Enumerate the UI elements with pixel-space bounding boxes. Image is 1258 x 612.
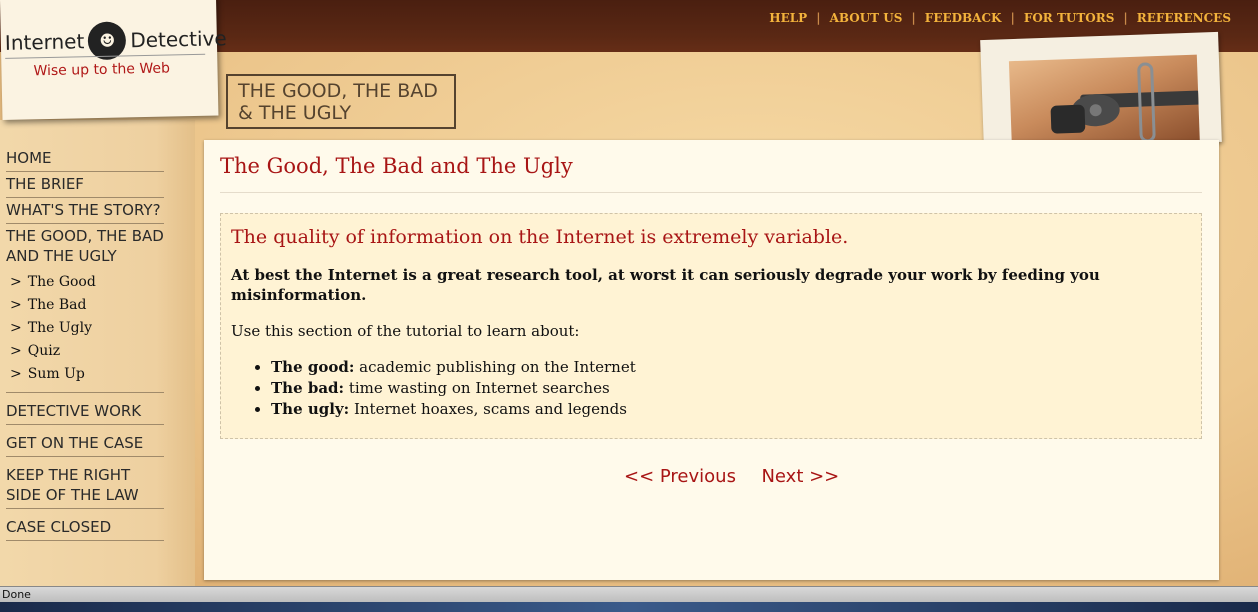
sidebar-subitem-the-good[interactable]: > The Good: [6, 271, 164, 294]
arrow-icon: >: [10, 343, 22, 359]
desktop-strip: [0, 602, 1258, 612]
sidebar-subitem-the-ugly[interactable]: > The Ugly: [6, 317, 164, 340]
logo-word-detective: Detective: [130, 26, 227, 53]
list-desc: academic publishing on the Internet: [354, 358, 636, 376]
sidebar-item-keep-right-side-of-law[interactable]: KEEP THE RIGHT SIDE OF THE LAW: [6, 463, 164, 509]
sidebar-subitem-quiz[interactable]: > Quiz: [6, 340, 164, 363]
pager: << Previous Next >>: [624, 466, 839, 487]
sidebar-item-the-brief[interactable]: THE BRIEF: [6, 172, 164, 198]
list-desc: time wasting on Internet searches: [344, 379, 610, 397]
arrow-icon: >: [10, 297, 22, 313]
subitem-label: Quiz: [27, 343, 61, 359]
list-term: The good:: [271, 358, 355, 376]
nav-references[interactable]: REFERENCES: [1128, 11, 1240, 25]
list-term: The bad:: [271, 379, 345, 397]
revolver-photo: [980, 31, 1222, 151]
revolver-icon: [1050, 90, 1200, 134]
list-desc: Internet hoaxes, scams and legends: [349, 400, 627, 418]
sidebar-subnav: > The Good > The Bad > The Ugly > Quiz > Sum …: [6, 269, 164, 393]
sidebar-subitem-sum-up[interactable]: > Sum Up: [6, 363, 164, 386]
lead-text: The quality of information on the Intern…: [231, 226, 849, 248]
list-term: The ugly:: [271, 400, 350, 418]
summary-text: At best the Internet is a great research…: [231, 266, 1100, 304]
sidebar-item-get-on-the-case[interactable]: GET ON THE CASE: [6, 431, 164, 457]
site-logo[interactable]: Internet ☻ Detective Wise up to the Web: [0, 0, 227, 120]
section-stamp: THE GOOD, THE BAD & THE UGLY: [226, 74, 456, 129]
sidebar-item-good-bad-ugly[interactable]: THE GOOD, THE BAD AND THE UGLY: [6, 224, 164, 269]
sidebar-nav: HOME THE BRIEF WHAT'S THE STORY? THE GOO…: [6, 146, 164, 541]
revolver-image: [1008, 54, 1200, 150]
paperclip-icon: [1137, 62, 1156, 143]
list-item: The ugly: Internet hoaxes, scams and leg…: [271, 399, 1191, 420]
next-link[interactable]: Next >>: [761, 466, 839, 487]
nav-about-us[interactable]: ABOUT US: [821, 11, 912, 25]
top-navigation: HELP | ABOUT US | FEEDBACK | FOR TUTORS …: [760, 11, 1240, 25]
detective-icon: ☻: [87, 21, 127, 61]
intro-box: The quality of information on the Intern…: [220, 213, 1202, 439]
sidebar-item-case-closed[interactable]: CASE CLOSED: [6, 515, 164, 541]
logo-word-internet: Internet: [4, 29, 85, 55]
arrow-icon: >: [10, 366, 22, 382]
list-item: The bad: time wasting on Internet search…: [271, 378, 1191, 399]
subitem-label: The Good: [27, 274, 96, 290]
previous-link[interactable]: << Previous: [624, 466, 736, 487]
nav-for-tutors[interactable]: FOR TUTORS: [1015, 11, 1124, 25]
topic-list: The good: academic publishing on the Int…: [231, 357, 1191, 420]
page-title: The Good, The Bad and The Ugly: [220, 154, 573, 178]
nav-help[interactable]: HELP: [760, 11, 816, 25]
arrow-icon: >: [10, 274, 22, 290]
title-divider: [220, 192, 1202, 193]
sidebar-item-detective-work[interactable]: DETECTIVE WORK: [6, 399, 164, 425]
intro-text: Use this section of the tutorial to lear…: [231, 322, 580, 340]
subitem-label: The Ugly: [27, 320, 92, 336]
sidebar-item-whats-the-story[interactable]: WHAT'S THE STORY?: [6, 198, 164, 224]
logo-tagline: Wise up to the Web: [33, 60, 171, 80]
nav-feedback[interactable]: FEEDBACK: [916, 11, 1011, 25]
list-item: The good: academic publishing on the Int…: [271, 357, 1191, 378]
subitem-label: Sum Up: [27, 366, 85, 382]
browser-status-bar: Done: [0, 586, 1258, 602]
arrow-icon: >: [10, 320, 22, 336]
sidebar-subitem-the-bad[interactable]: > The Bad: [6, 294, 164, 317]
main-content-panel: The Good, The Bad and The Ugly The quali…: [204, 140, 1219, 580]
subitem-label: The Bad: [27, 297, 87, 313]
sidebar-item-home[interactable]: HOME: [6, 146, 164, 172]
